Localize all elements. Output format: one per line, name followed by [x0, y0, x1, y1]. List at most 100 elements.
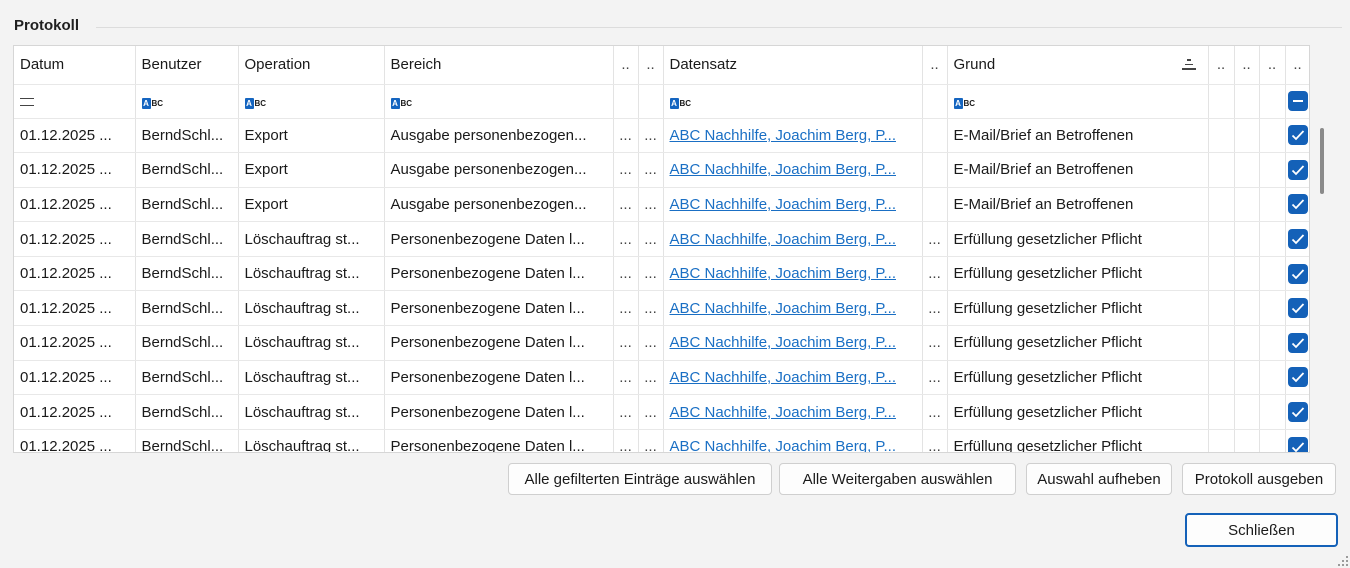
table-row[interactable]: 01.12.2025 ... BerndSchl... Export Ausgabe … [14, 118, 1309, 154]
row-checkbox[interactable] [1287, 436, 1308, 452]
filter-empty [638, 84, 664, 119]
select-all-checkbox[interactable] [1287, 91, 1308, 111]
cell-datensatz[interactable]: ABC Nachhilfe, Joachim Berg, P... [663, 221, 923, 257]
cell-operation: Löschauftrag st... [238, 256, 385, 292]
equals-filter-icon[interactable] [20, 97, 34, 106]
table-row[interactable]: 01.12.2025 ... BerndSchl... Export Ausgabe … [14, 187, 1309, 223]
cell-datensatz[interactable]: ABC Nachhilfe, Joachim Berg, P... [663, 187, 923, 223]
cell-operation: Export [238, 118, 385, 154]
cell-empty [1259, 152, 1286, 188]
cell-bereich: Personenbezogene Daten l... [384, 394, 614, 430]
row-checkbox[interactable] [1287, 367, 1308, 388]
column-header-collapsed-2[interactable]: .. [638, 46, 664, 85]
select-filtered-entries-button[interactable]: Alle gefilterten Einträge auswählen [508, 463, 772, 495]
text-filter-icon[interactable]: A BC [244, 97, 266, 109]
row-checkbox[interactable] [1287, 229, 1308, 250]
column-header-collapsed-4[interactable]: .. [1208, 46, 1235, 85]
cell-datensatz[interactable]: ABC Nachhilfe, Joachim Berg, P... [663, 429, 923, 452]
cell-grund: Erfüllung gesetzlicher Pflicht [947, 256, 1209, 292]
protocol-grid[interactable]: Datum Benutzer Operation Bereich .. .. D… [13, 45, 1310, 453]
cell-datensatz[interactable]: ABC Nachhilfe, Joachim Berg, P... [663, 360, 923, 396]
filter-benutzer[interactable]: A BC [135, 84, 239, 119]
cell-collapsed-2: ... [638, 221, 664, 257]
table-row[interactable]: 01.12.2025 ... BerndSchl... Export Ausgabe … [14, 152, 1309, 188]
row-checkbox[interactable] [1287, 402, 1308, 423]
column-header-collapsed-6[interactable]: .. [1259, 46, 1286, 85]
column-header-grund[interactable]: Grund [947, 46, 1209, 85]
column-header-operation[interactable]: Operation [238, 46, 385, 85]
cell-datensatz[interactable]: ABC Nachhilfe, Joachim Berg, P... [663, 256, 923, 292]
filter-datensatz[interactable]: A BC [663, 84, 923, 119]
column-header-collapsed-5[interactable]: .. [1234, 46, 1260, 85]
row-checkbox[interactable] [1287, 298, 1308, 319]
sort-ascending-icon[interactable] [1181, 59, 1196, 73]
cell-collapsed-2: ... [638, 187, 664, 223]
cell-empty [1234, 394, 1260, 430]
column-header-datensatz[interactable]: Datensatz [663, 46, 923, 85]
table-row[interactable]: 01.12.2025 ... BerndSchl... Löschauftrag s… [14, 221, 1309, 257]
cell-empty [1259, 221, 1286, 257]
cell-grund: E-Mail/Brief an Betroffenen [947, 118, 1209, 154]
clear-selection-button[interactable]: Auswahl aufheben [1026, 463, 1172, 495]
cell-empty [1234, 118, 1260, 154]
table-row[interactable]: 01.12.2025 ... BerndSchl... Löschauftrag s… [14, 429, 1309, 452]
cell-collapsed-1: ... [613, 290, 639, 327]
row-checkbox[interactable] [1287, 263, 1308, 284]
text-filter-icon[interactable]: A BC [390, 97, 412, 109]
cell-selection [1285, 429, 1309, 452]
cell-datensatz[interactable]: ABC Nachhilfe, Joachim Berg, P... [663, 290, 923, 327]
filter-operation[interactable]: A BC [238, 84, 385, 119]
table-row[interactable]: 01.12.2025 ... BerndSchl... Löschauftrag s… [14, 360, 1309, 396]
text-filter-icon[interactable]: A BC [141, 97, 163, 109]
filter-grund[interactable]: A BC [947, 84, 1209, 119]
column-header-collapsed-3[interactable]: .. [922, 46, 948, 85]
text-filter-icon[interactable]: A BC [669, 97, 691, 109]
cell-datensatz[interactable]: ABC Nachhilfe, Joachim Berg, P... [663, 152, 923, 188]
cell-operation: Löschauftrag st... [238, 429, 385, 452]
filter-empty [1208, 84, 1235, 119]
cell-collapsed-3 [922, 152, 948, 188]
cell-collapsed-3: ... [922, 325, 948, 361]
cell-empty [1234, 187, 1260, 223]
close-button[interactable]: Schließen [1185, 513, 1338, 547]
table-row[interactable]: 01.12.2025 ... BerndSchl... Löschauftrag s… [14, 325, 1309, 361]
column-header-selection[interactable]: .. [1285, 46, 1309, 85]
cell-benutzer: BerndSchl... [135, 118, 239, 154]
column-header-benutzer[interactable]: Benutzer [135, 46, 239, 85]
header-row: Datum Benutzer Operation Bereich .. .. D… [14, 46, 1309, 85]
filter-datum[interactable] [14, 84, 136, 119]
cell-datensatz[interactable]: ABC Nachhilfe, Joachim Berg, P... [663, 394, 923, 430]
row-checkbox[interactable] [1287, 159, 1308, 180]
column-header-datum[interactable]: Datum [14, 46, 136, 85]
table-row[interactable]: 01.12.2025 ... BerndSchl... Löschauftrag s… [14, 290, 1309, 327]
cell-collapsed-3: ... [922, 290, 948, 327]
cell-datum: 01.12.2025 ... [14, 118, 136, 154]
protocol-table: Datum Benutzer Operation Bereich .. .. D… [14, 46, 1309, 452]
cell-collapsed-2: ... [638, 429, 664, 452]
row-checkbox[interactable] [1287, 332, 1308, 353]
filter-bereich[interactable]: A BC [384, 84, 614, 119]
vertical-scrollbar-thumb[interactable] [1320, 128, 1324, 194]
cell-selection [1285, 187, 1309, 223]
cell-collapsed-3: ... [922, 360, 948, 396]
print-log-button[interactable]: Protokoll ausgeben [1182, 463, 1336, 495]
column-header-collapsed-1[interactable]: .. [613, 46, 639, 85]
cell-empty [1234, 221, 1260, 257]
table-row[interactable]: 01.12.2025 ... BerndSchl... Löschauftrag s… [14, 256, 1309, 292]
row-checkbox[interactable] [1287, 194, 1308, 215]
cell-collapsed-2: ... [638, 394, 664, 430]
cell-benutzer: BerndSchl... [135, 325, 239, 361]
cell-selection [1285, 360, 1309, 396]
cell-collapsed-1: ... [613, 152, 639, 188]
column-header-bereich[interactable]: Bereich [384, 46, 614, 85]
resize-grip-icon[interactable] [1338, 556, 1348, 566]
row-checkbox[interactable] [1287, 125, 1308, 146]
cell-operation: Löschauftrag st... [238, 221, 385, 257]
cell-datensatz[interactable]: ABC Nachhilfe, Joachim Berg, P... [663, 325, 923, 361]
select-shares-button[interactable]: Alle Weitergaben auswählen [779, 463, 1016, 495]
table-row[interactable]: 01.12.2025 ... BerndSchl... Löschauftrag s… [14, 394, 1309, 430]
cell-collapsed-1: ... [613, 256, 639, 292]
text-filter-icon[interactable]: A BC [953, 97, 975, 109]
cell-datensatz[interactable]: ABC Nachhilfe, Joachim Berg, P... [663, 118, 923, 154]
filter-empty [1259, 84, 1286, 119]
